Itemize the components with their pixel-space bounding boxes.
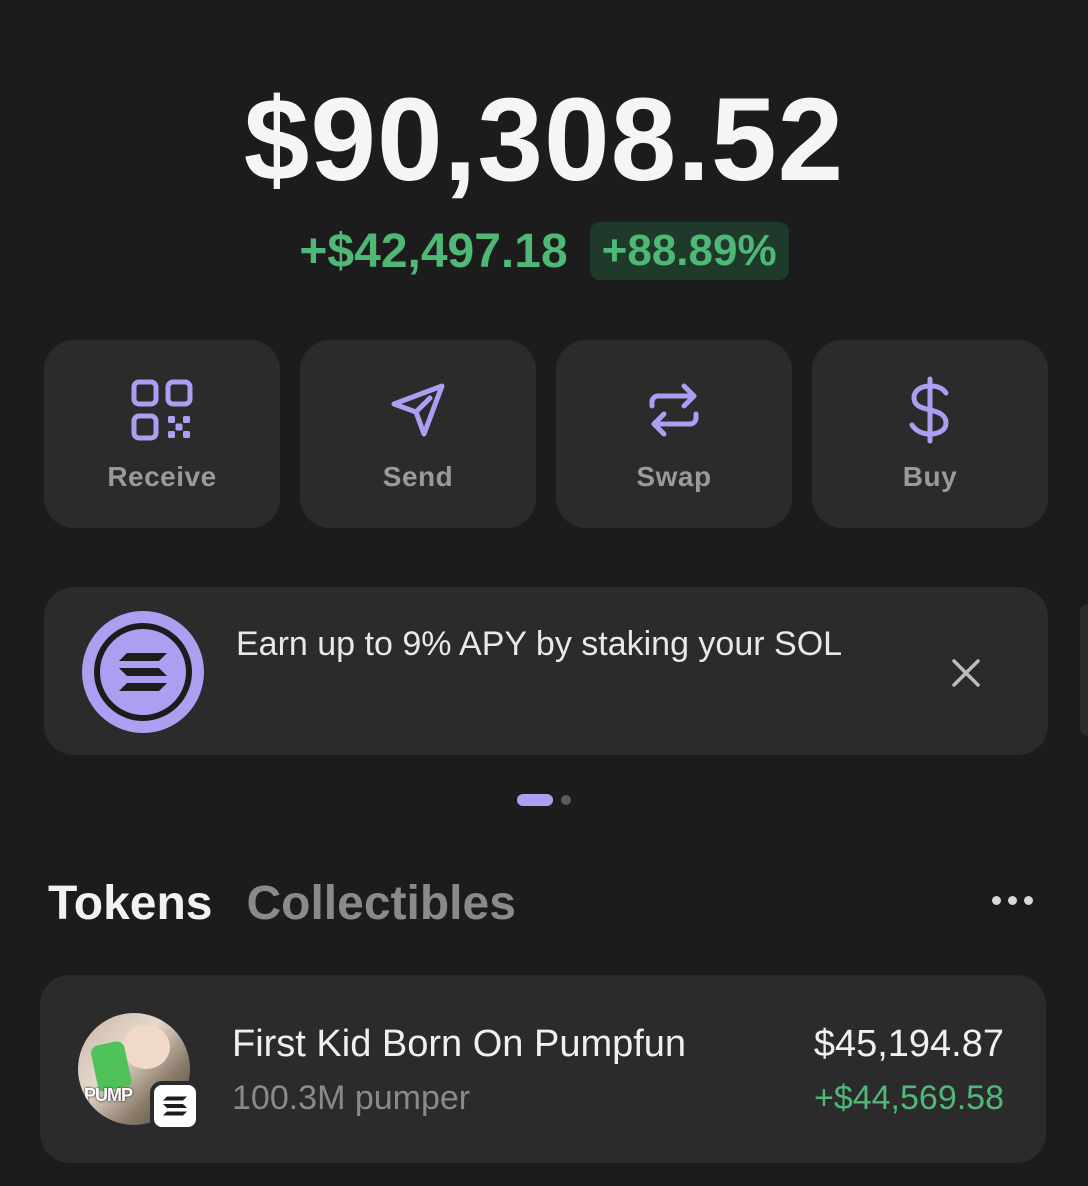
buy-label: Buy <box>902 461 958 492</box>
solana-logo-icon <box>82 611 204 733</box>
promo-text: Earn up to 9% APY by staking your SOL <box>236 625 843 663</box>
pager-dot-active[interactable] <box>517 794 553 806</box>
staking-promo-card[interactable]: Earn up to 9% APY by staking your SOL <box>44 587 1048 755</box>
more-options-icon[interactable] <box>992 896 1033 905</box>
portfolio-change: +$42,497.18 +88.89% <box>0 222 1088 280</box>
swap-label: Swap <box>636 461 712 492</box>
send-arrow-icon <box>383 375 453 445</box>
token-name: First Kid Born On Pumpfun <box>232 1023 687 1065</box>
swap-button[interactable]: Swap <box>556 340 792 528</box>
token-amount: 100.3M pumper <box>232 1079 471 1117</box>
swap-arrows-icon <box>639 375 709 445</box>
close-icon[interactable] <box>944 651 988 695</box>
qr-code-icon <box>127 375 197 445</box>
receive-label: Receive <box>107 461 217 492</box>
portfolio-balance: $90,308.52 <box>243 74 845 206</box>
tab-tokens[interactable]: Tokens <box>48 876 212 931</box>
change-amount: +$42,497.18 <box>299 224 568 278</box>
token-value: $45,194.87 <box>813 1023 1004 1065</box>
send-button[interactable]: Send <box>300 340 536 528</box>
change-percent-badge: +88.89% <box>589 222 789 280</box>
receive-button[interactable]: Receive <box>44 340 280 528</box>
dollar-icon <box>895 375 965 445</box>
action-buttons: Receive Send Swap Buy <box>44 340 1048 528</box>
asset-tabs: Tokens Collectibles <box>48 876 516 931</box>
send-label: Send <box>382 461 454 492</box>
carousel-pager <box>0 794 1088 806</box>
pager-dot[interactable] <box>561 795 571 805</box>
buy-button[interactable]: Buy <box>812 340 1048 528</box>
solana-chain-badge-icon <box>150 1081 200 1131</box>
next-card-peek[interactable] <box>1080 604 1088 736</box>
token-row[interactable]: PUMP First Kid Born On Pumpfun 100.3M pu… <box>40 975 1046 1163</box>
tab-collectibles[interactable]: Collectibles <box>246 876 515 931</box>
token-change: +$44,569.58 <box>813 1079 1004 1117</box>
